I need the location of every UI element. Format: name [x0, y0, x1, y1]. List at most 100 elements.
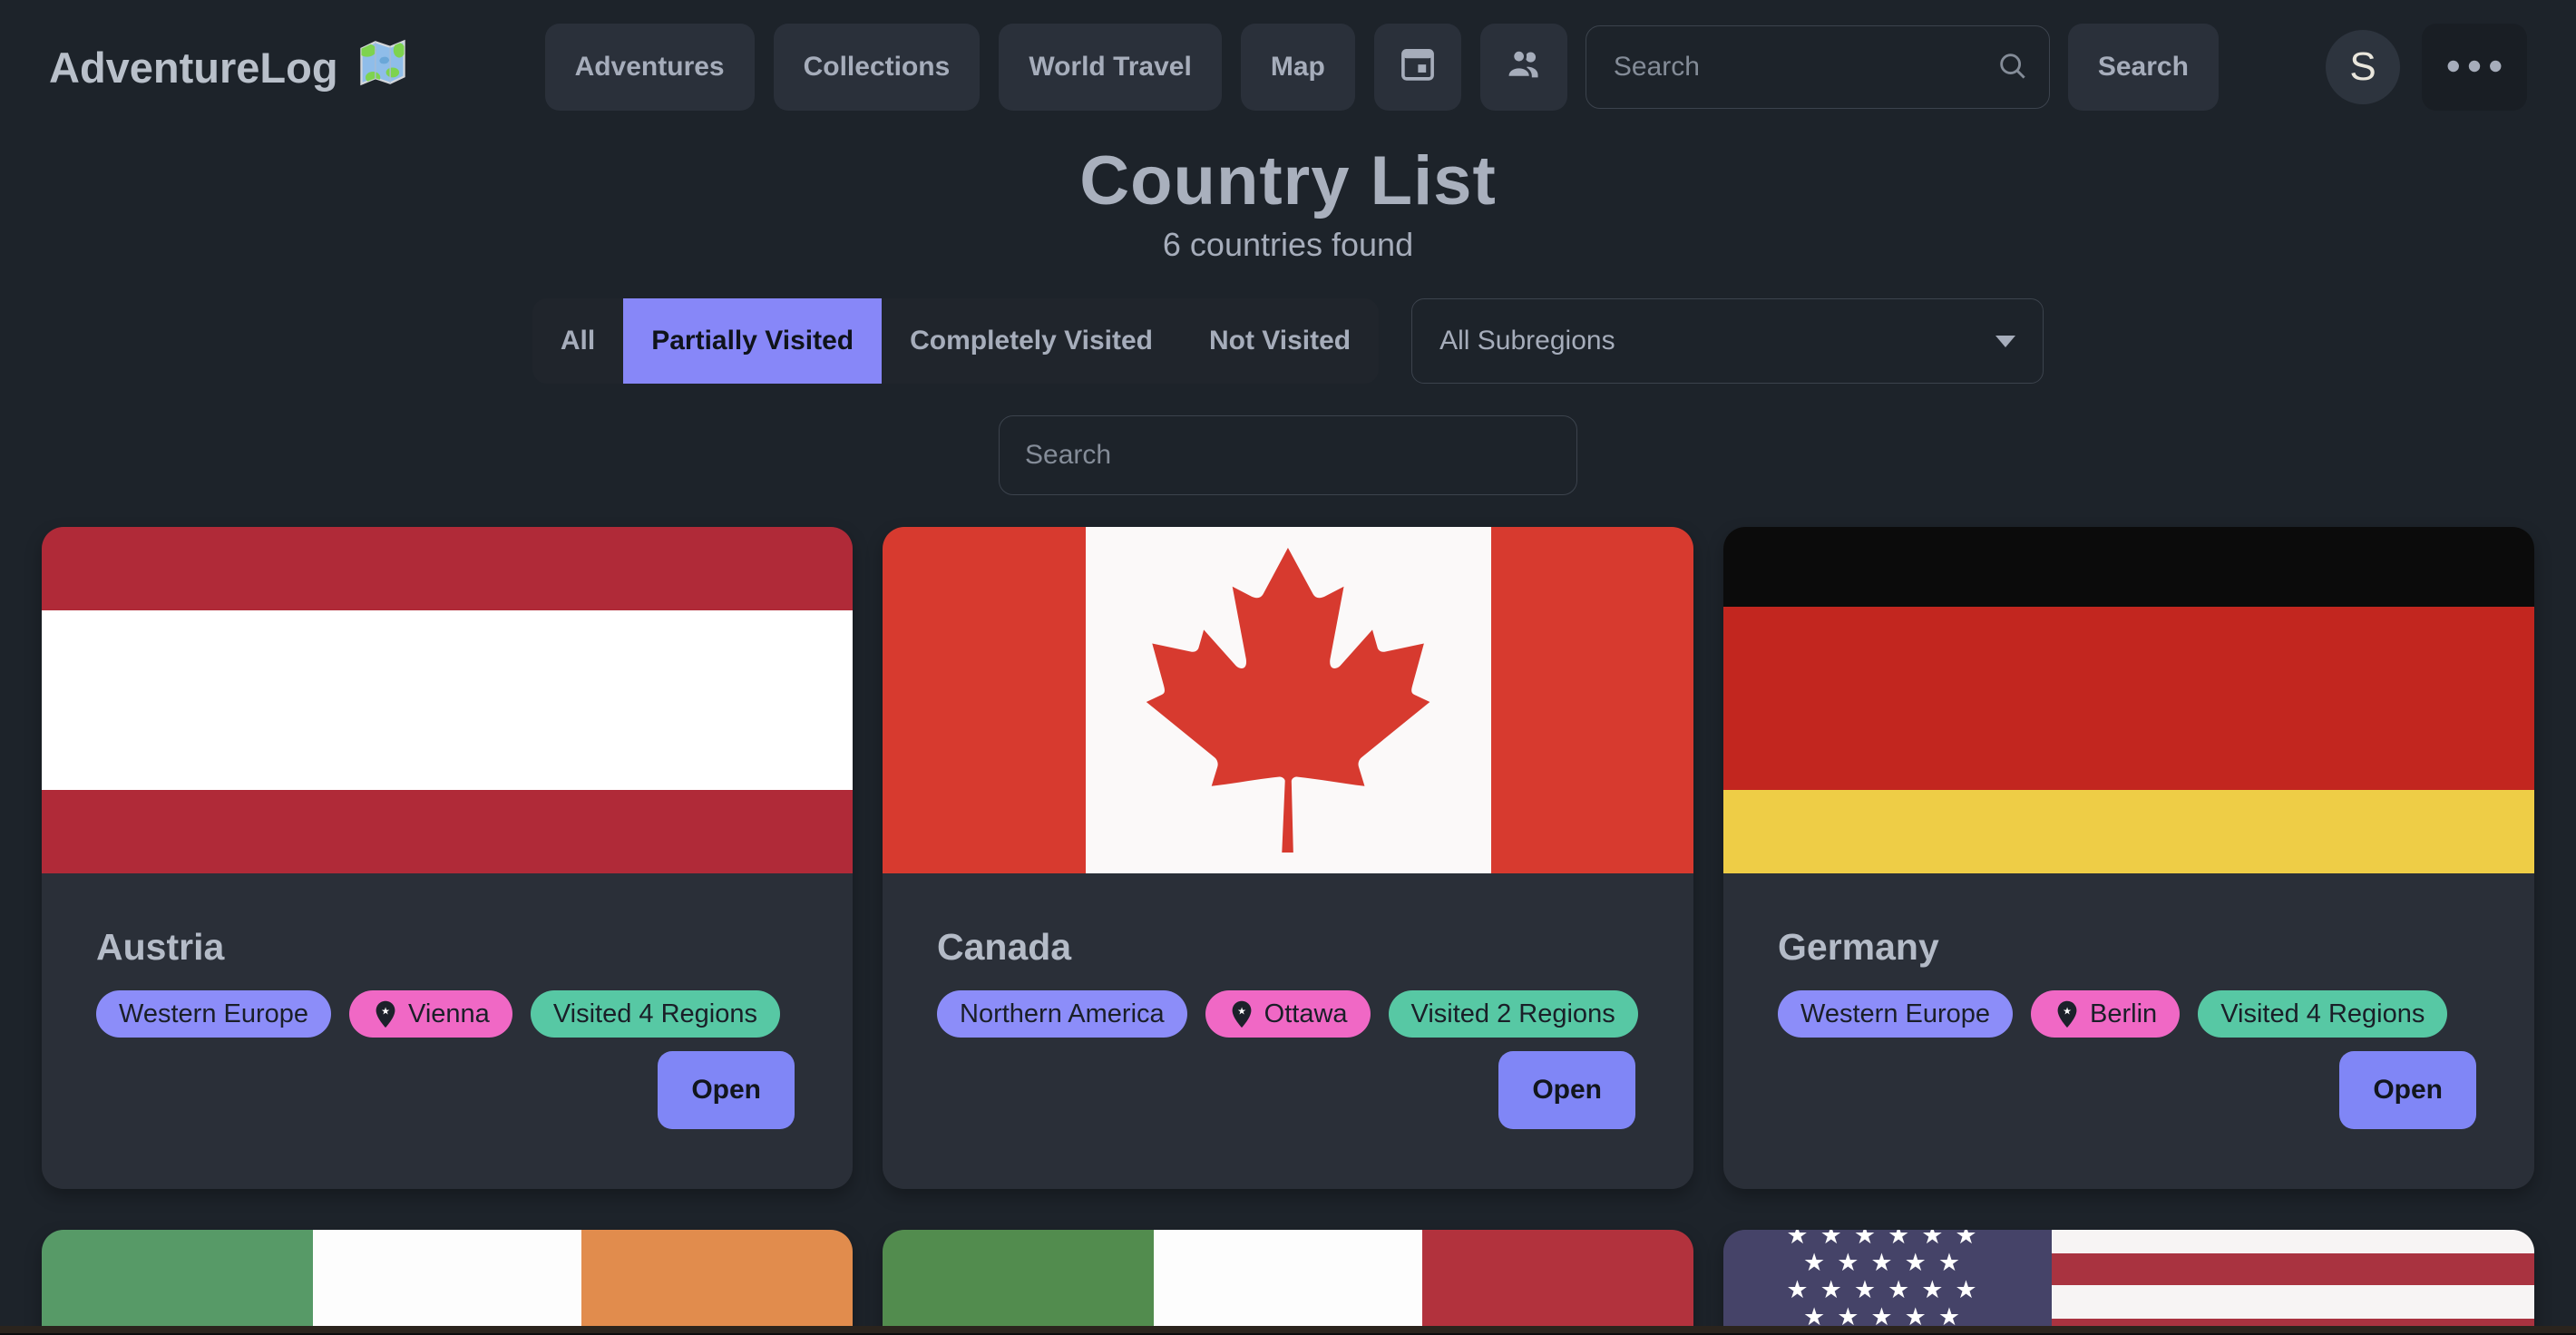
nav-adventures-button[interactable]: Adventures: [545, 24, 755, 111]
badges: Western Europe ★ Berlin Visited 4 Region…: [1778, 990, 2480, 1038]
germany-flag: [1723, 527, 2534, 873]
calendar-button[interactable]: [1374, 24, 1461, 111]
ellipsis-icon: [2446, 59, 2503, 76]
avatar[interactable]: S: [2326, 30, 2400, 104]
flag-stripe: [1422, 1230, 1693, 1335]
open-button-label: Open: [691, 1075, 761, 1106]
austria-stripes: [42, 527, 853, 873]
flag-stripe: [883, 527, 1086, 873]
card-body: Austria Western Europe ★ Vienna Visited …: [42, 873, 853, 1129]
window-bottom-edge: [0, 1326, 2576, 1335]
map-pin-icon: ★: [372, 999, 399, 1029]
open-button[interactable]: Open: [658, 1051, 795, 1129]
open-button-label: Open: [1532, 1075, 1602, 1106]
nav-adventures-label: Adventures: [575, 52, 725, 83]
visited-badge: Visited 4 Regions: [2198, 990, 2447, 1038]
page-title: Country List: [0, 141, 2576, 220]
card-actions: Open: [1778, 1051, 2480, 1129]
flag-stripe: [1723, 790, 2534, 873]
capital-badge: ★ Vienna: [349, 990, 512, 1038]
filter-search-row: [0, 415, 2576, 495]
flag-stripe: [42, 527, 853, 610]
subregion-select[interactable]: All Subregions: [1411, 298, 2044, 384]
visited-badge: Visited 4 Regions: [531, 990, 780, 1038]
nav-collections-button[interactable]: Collections: [774, 24, 981, 111]
flag-stripe: [883, 1230, 1154, 1335]
country-card-germany: Germany Western Europe ★ Berlin Visited …: [1723, 527, 2534, 1189]
card-actions: Open: [96, 1051, 798, 1129]
flag-stripe: [313, 1230, 582, 1335]
star-row: ★★★★★: [1723, 1249, 2052, 1276]
nav-search-input[interactable]: [1586, 25, 2050, 109]
card-body: Germany Western Europe ★ Berlin Visited …: [1723, 873, 2534, 1129]
tab-not-visited-label: Not Visited: [1209, 326, 1351, 356]
star-row: ★★★★★★: [1723, 1276, 2052, 1303]
avatar-letter: S: [2349, 44, 2376, 90]
tab-partially-visited[interactable]: Partially Visited: [623, 298, 882, 384]
nav-search-button-label: Search: [2098, 52, 2189, 83]
maple-leaf-icon: [1147, 548, 1430, 853]
visit-filter-tabs: All Partially Visited Completely Visited…: [532, 298, 1379, 384]
badges: Northern America ★ Ottawa Visited 2 Regi…: [937, 990, 1639, 1038]
capital-badge: ★ Berlin: [2031, 990, 2180, 1038]
results-count: 6 countries found: [0, 226, 2576, 264]
flag-stripe: [42, 790, 853, 873]
country-card-usa: ★★★★★★★★★★★★★★★★★★★★★★★★★★★★★★★★★: [1723, 1230, 2534, 1335]
flag-stripe: [2052, 1230, 2534, 1253]
country-grid: Austria Western Europe ★ Vienna Visited …: [0, 527, 2576, 1335]
flag-stripe: [1723, 607, 2534, 790]
country-search-input[interactable]: [999, 415, 1577, 495]
caret-down-icon: [1995, 336, 2015, 347]
country-card-ireland: [42, 1230, 853, 1335]
users-button[interactable]: [1480, 24, 1567, 111]
map-icon: [356, 36, 409, 99]
brand[interactable]: AdventureLog: [49, 36, 409, 99]
map-pin-icon: ★: [2054, 999, 2081, 1029]
more-menu-button[interactable]: [2422, 24, 2527, 111]
card-body: Canada Northern America ★ Ottawa Visited…: [883, 873, 1693, 1129]
canada-flag: [883, 527, 1693, 873]
subregion-selected-value: All Subregions: [1439, 326, 1615, 356]
tab-all-label: All: [561, 326, 595, 356]
tab-completely-visited[interactable]: Completely Visited: [882, 298, 1181, 384]
nav-search-button[interactable]: Search: [2068, 24, 2219, 111]
capital-name: Ottawa: [1264, 999, 1348, 1029]
flag-stripe: [2052, 1285, 2534, 1319]
country-name: Canada: [937, 926, 1639, 969]
usa-flag: ★★★★★★★★★★★★★★★★★★★★★★★★★★★★★★★★★: [1723, 1230, 2534, 1335]
germany-stripes: [1723, 527, 2534, 873]
capital-name: Vienna: [408, 999, 490, 1029]
italy-flag: [883, 1230, 1693, 1335]
ireland-flag: [42, 1230, 853, 1335]
usa-stripes: [2052, 1230, 2534, 1335]
visited-badge: Visited 2 Regions: [1389, 990, 1638, 1038]
country-card-austria: Austria Western Europe ★ Vienna Visited …: [42, 527, 853, 1189]
open-button[interactable]: Open: [1498, 1051, 1635, 1129]
flag-stripe: [581, 1230, 853, 1335]
country-name: Austria: [96, 926, 798, 969]
region-badge: Western Europe: [1778, 990, 2013, 1038]
tab-all[interactable]: All: [532, 298, 623, 384]
capital-name: Berlin: [2090, 999, 2157, 1029]
nav-map-button[interactable]: Map: [1241, 24, 1355, 111]
open-button-label: Open: [2373, 1075, 2443, 1106]
flag-stripe: [1154, 1230, 1423, 1335]
usa-canton: ★★★★★★★★★★★★★★★★★★★★★★★★★★★★★★★★★: [1723, 1230, 2052, 1335]
badges: Western Europe ★ Vienna Visited 4 Region…: [96, 990, 798, 1038]
flag-stripe: [1723, 527, 2534, 607]
open-button[interactable]: Open: [2339, 1051, 2476, 1129]
flag-stripe: [2052, 1253, 2534, 1285]
tab-not-visited[interactable]: Not Visited: [1181, 298, 1379, 384]
capital-badge: ★ Ottawa: [1205, 990, 1371, 1038]
nav-collections-label: Collections: [804, 52, 951, 83]
flag-stripe: [42, 610, 853, 791]
country-card-canada: Canada Northern America ★ Ottawa Visited…: [883, 527, 1693, 1189]
tab-completely-visited-label: Completely Visited: [910, 326, 1153, 356]
svg-text:★: ★: [2063, 1006, 2072, 1017]
nav-search: [1586, 25, 2050, 109]
flag-stripe: [42, 1230, 313, 1335]
flag-stripe: [1491, 527, 1694, 873]
nav-world-travel-button[interactable]: World Travel: [999, 24, 1222, 111]
ireland-stripes: [42, 1230, 853, 1335]
star-row: ★★★★★★: [1723, 1230, 2052, 1249]
